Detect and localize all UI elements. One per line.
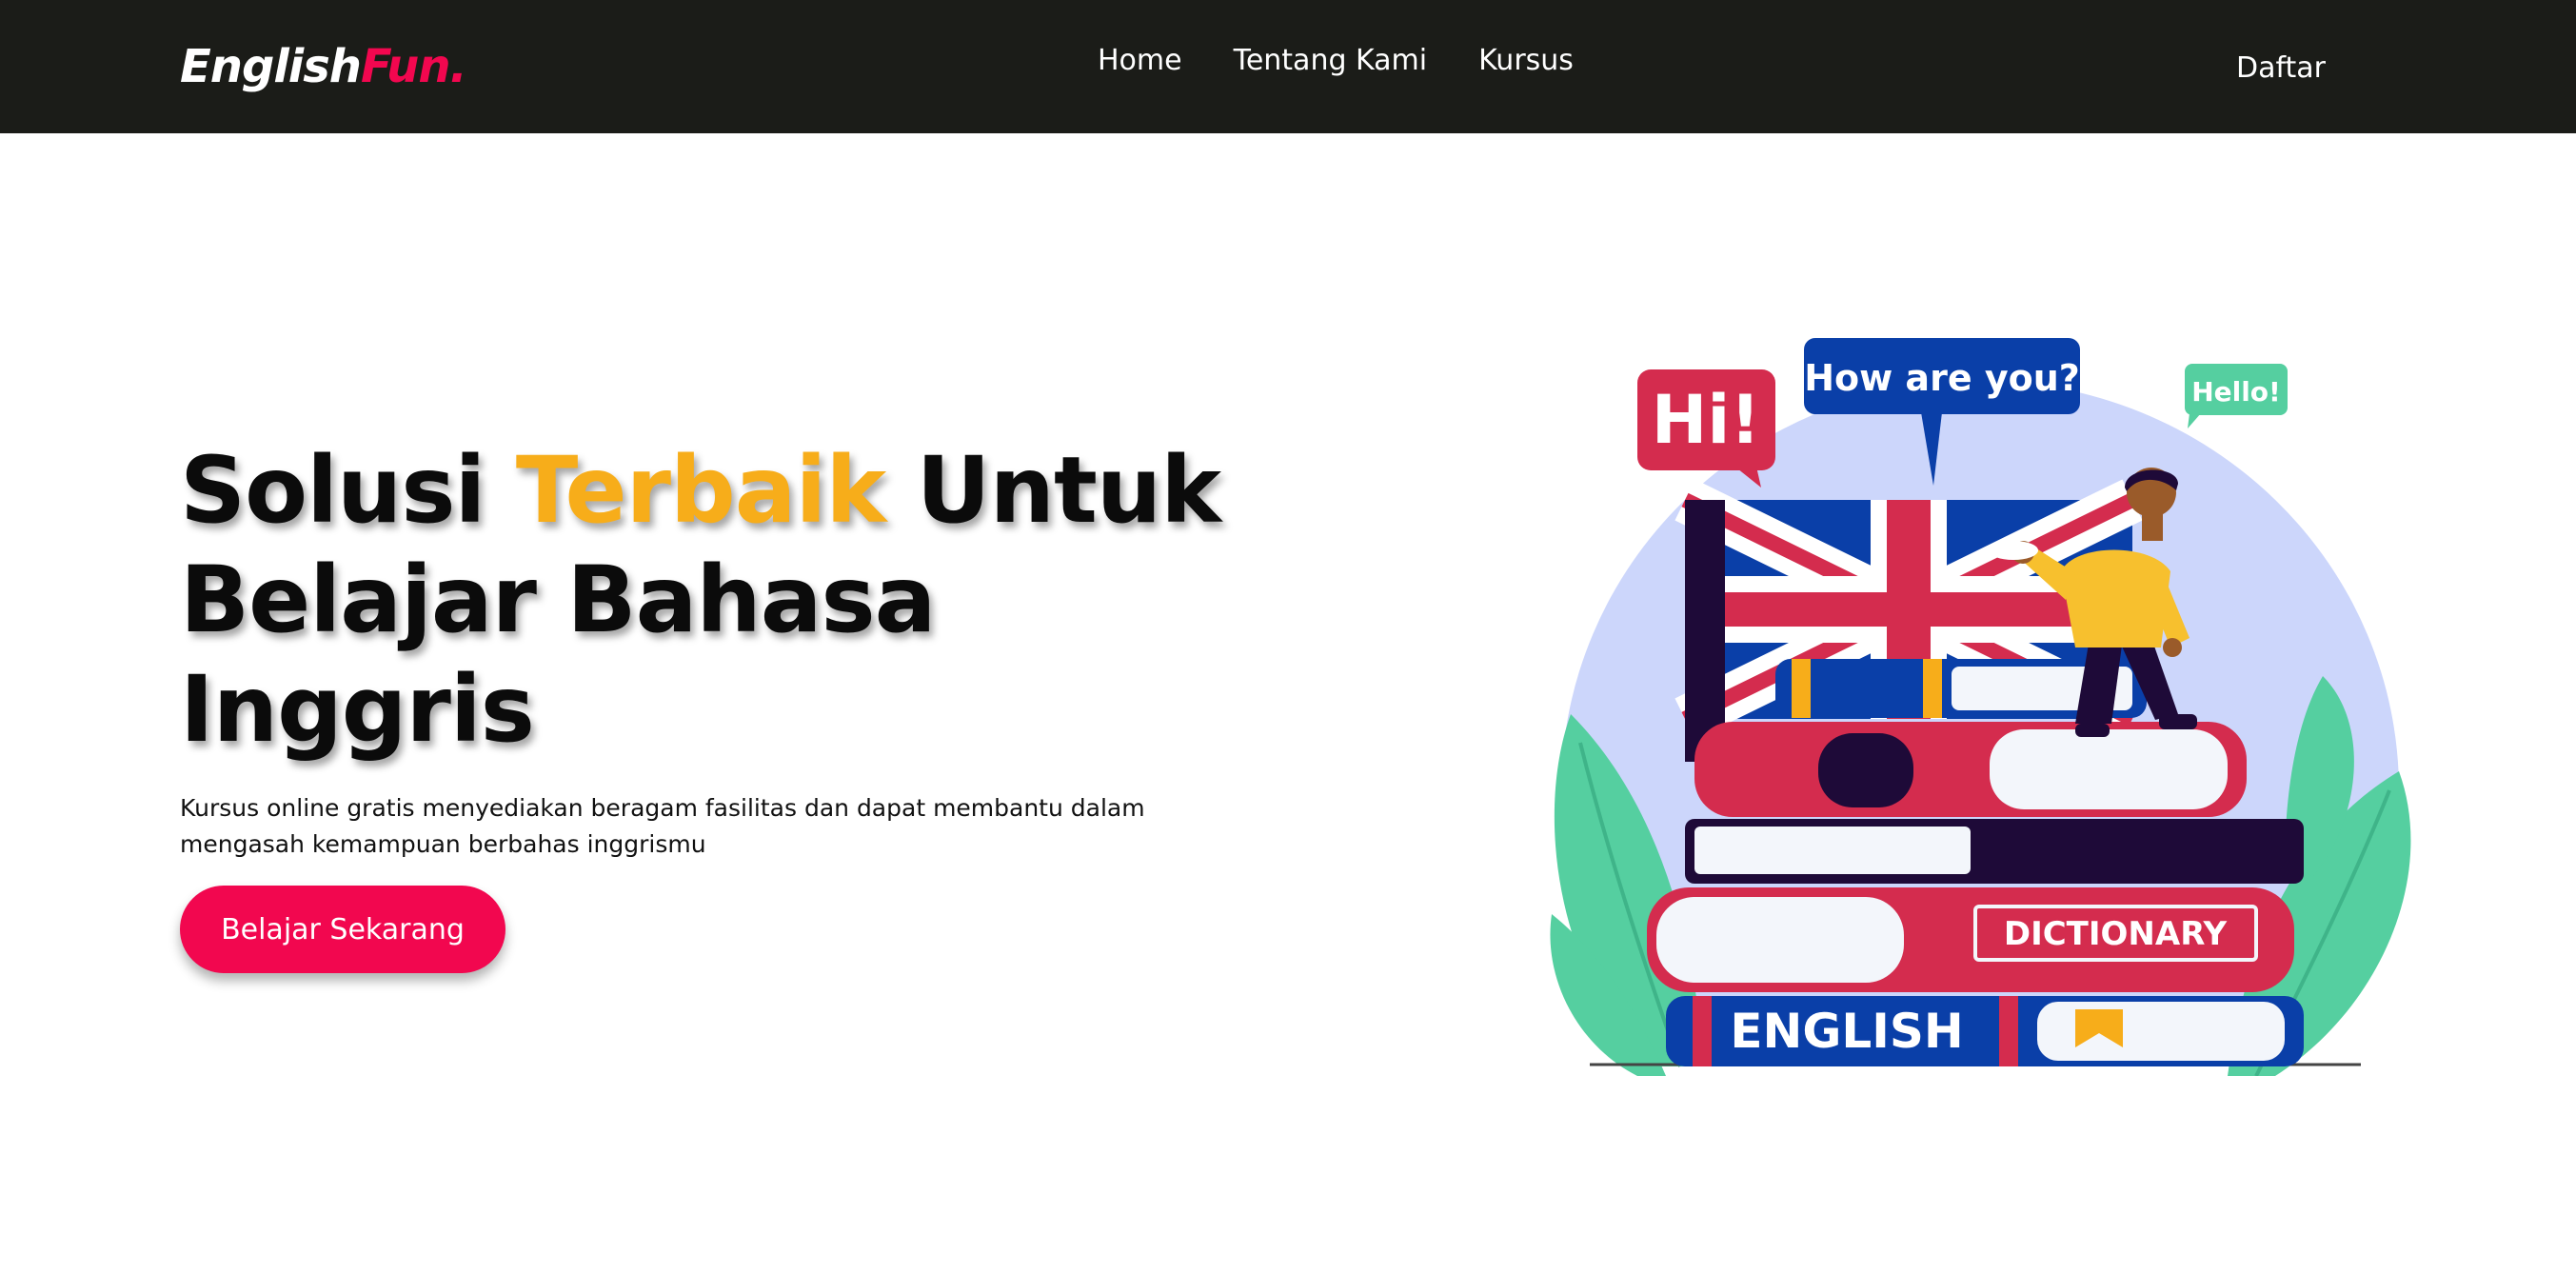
brand-logo[interactable]: EnglishFun. <box>180 34 467 99</box>
bubble-hi-text: Hi! <box>1652 381 1761 459</box>
learn-now-button[interactable]: Belajar Sekarang <box>180 886 505 973</box>
speech-bubble-hello: Hello! <box>2185 364 2288 428</box>
nav-link-tentang-kami[interactable]: Tentang Kami <box>1234 36 1428 86</box>
speech-bubble-hi: Hi! <box>1637 369 1775 488</box>
signup-link[interactable]: Daftar <box>2236 44 2326 93</box>
navbar: EnglishFun. Home Tentang Kami Kursus Daf… <box>0 0 2576 133</box>
hero-title-highlight: Terbaik <box>515 437 886 544</box>
hero-description: Kursus online gratis menyediakan beragam… <box>180 794 1145 858</box>
bubble-hello-text: Hello! <box>2191 376 2281 408</box>
bubble-how-text: How are you? <box>1804 357 2080 399</box>
hero-title-part1: Solusi <box>180 437 516 544</box>
main-nav: Home Tentang Kami Kursus <box>1098 36 1574 86</box>
hero-illustration: DICTIONARY ENGLISH Hi! How are you? Hell… <box>1542 338 2418 1076</box>
nav-link-home[interactable]: Home <box>1098 36 1182 86</box>
english-book-text: ENGLISH <box>1730 1004 1963 1059</box>
dictionary-book-text: DICTIONARY <box>2004 915 2228 953</box>
brand-name-part2: Fun. <box>360 40 467 93</box>
nav-link-kursus[interactable]: Kursus <box>1478 36 1574 86</box>
hero-title: Solusi Terbaik Untuk Belajar Bahasa Ingg… <box>180 436 1275 765</box>
brand-name-part1: English <box>180 40 362 93</box>
